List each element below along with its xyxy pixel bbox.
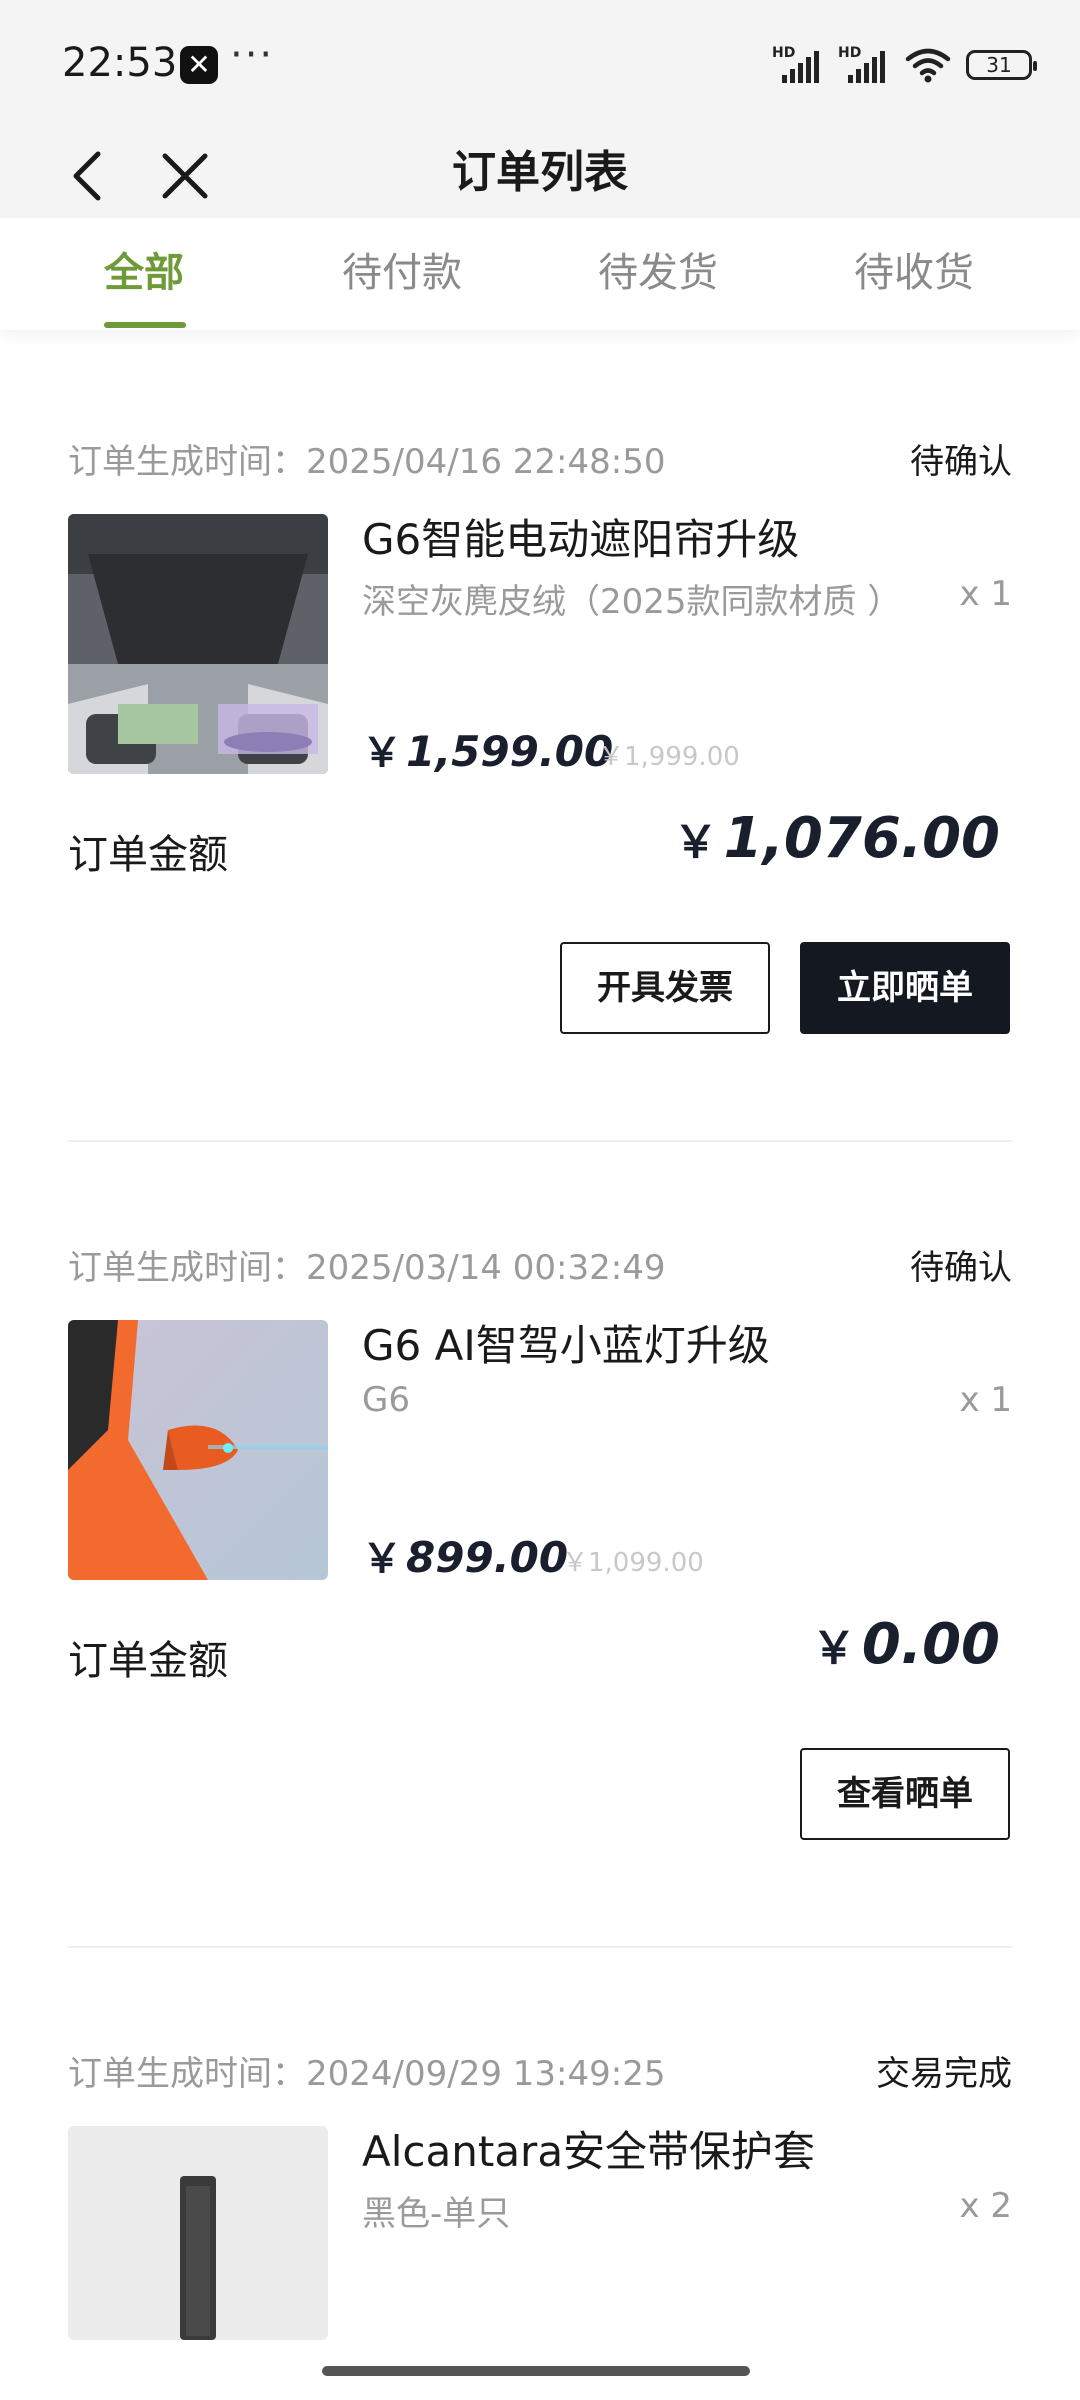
issue-invoice-button[interactable]: 开具发票 [560, 942, 770, 1034]
divider [68, 1140, 1012, 1142]
order-time: 订单生成时间：2025/04/16 22:48:50 [68, 442, 666, 482]
status-time: 22:53 [62, 40, 178, 86]
order-total: ￥ 1,076.00 [673, 806, 1000, 871]
product-image[interactable] [68, 2126, 328, 2340]
status-bar: 22:53 ✕ ··· HD HD 31 [0, 0, 1080, 130]
more-notifications-icon: ··· [230, 32, 275, 78]
product-quantity: x 1 [959, 574, 1012, 614]
product-spec: 深空灰麂皮绒（2025款同款材质 ） [362, 582, 902, 622]
order-card[interactable]: 订单生成时间：2024/09/29 13:49:25 交易完成 Alcantar… [68, 2046, 1012, 2346]
tab-pending-receipt[interactable]: 待收货 [794, 240, 1034, 298]
product-price: ￥1,599.00 [362, 727, 614, 776]
product-original-price: ￥1,099.00 [562, 1548, 704, 1578]
tab-bar: 全部 待付款 待发货 待收货 [0, 218, 1080, 330]
x-app-icon: ✕ [180, 46, 218, 84]
order-status: 待确认 [910, 442, 1012, 482]
product-image[interactable] [68, 514, 328, 774]
product-quantity: x 1 [959, 1380, 1012, 1420]
order-total: ￥ 0.00 [811, 1612, 1000, 1677]
order-card[interactable]: 订单生成时间：2025/04/16 22:48:50 待确认 G6智能电动遮阳帘… [68, 434, 1012, 1054]
status-icons: HD HD 31 [772, 40, 1037, 90]
product-name[interactable]: G6 AI智驾小蓝灯升级 [362, 1312, 770, 1373]
order-status: 交易完成 [876, 2054, 1012, 2094]
share-order-button[interactable]: 立即晒单 [800, 942, 1010, 1034]
order-time: 订单生成时间：2025/03/14 00:32:49 [68, 1248, 666, 1288]
product-name[interactable]: G6智能电动遮阳帘升级 [362, 506, 799, 567]
product-quantity: x 2 [959, 2186, 1012, 2226]
tab-active-indicator [104, 322, 186, 328]
product-original-price: ￥1,999.00 [598, 742, 740, 772]
nav-bar: 订单列表 [0, 130, 1080, 218]
page-title: 订单列表 [452, 147, 628, 198]
tab-pending-shipment[interactable]: 待发货 [538, 240, 778, 298]
product-price: ￥899.00 [362, 1533, 569, 1582]
product-image[interactable] [68, 1320, 328, 1580]
tab-all[interactable]: 全部 [24, 240, 264, 298]
order-time: 订单生成时间：2024/09/29 13:49:25 [68, 2054, 666, 2094]
divider [68, 1946, 1012, 1948]
battery-icon: 31 [966, 50, 1037, 80]
view-share-button[interactable]: 查看晒单 [800, 1748, 1010, 1840]
signal-icon: HD [838, 45, 890, 85]
order-total-label: 订单金额 [68, 832, 228, 878]
order-total-label: 订单金额 [68, 1638, 228, 1684]
product-spec: 黑色-单只 [362, 2194, 511, 2234]
order-card[interactable]: 订单生成时间：2025/03/14 00:32:49 待确认 G6 AI智驾小蓝… [68, 1240, 1012, 1860]
signal-icon: HD [772, 45, 824, 85]
wifi-icon [905, 48, 951, 83]
home-indicator[interactable] [322, 2366, 750, 2376]
product-spec: G6 [362, 1380, 410, 1420]
product-name[interactable]: Alcantara安全带保护套 [362, 2118, 815, 2179]
order-status: 待确认 [910, 1248, 1012, 1288]
tab-pending-payment[interactable]: 待付款 [282, 240, 522, 298]
